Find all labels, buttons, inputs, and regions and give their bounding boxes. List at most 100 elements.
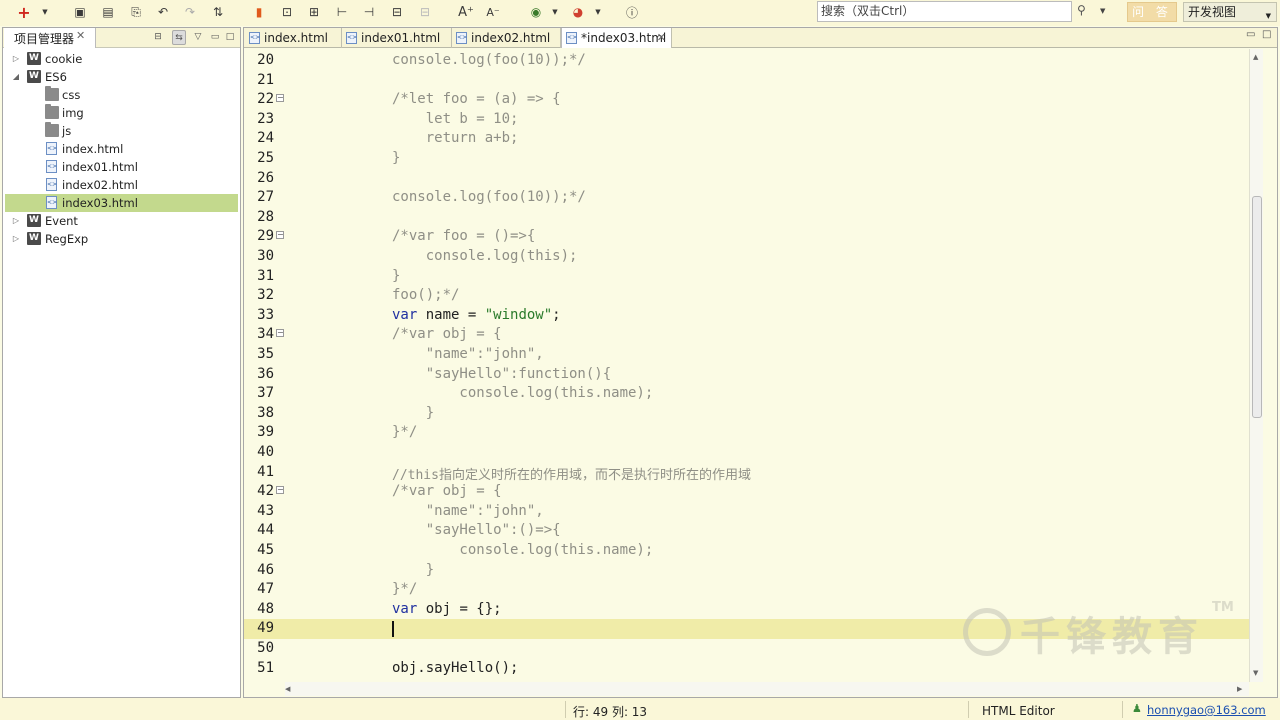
tree-item-index02[interactable]: <> index02.html (5, 176, 238, 194)
code-text: } (392, 404, 435, 421)
user-account-link[interactable]: honnygao@163.com (1147, 703, 1266, 717)
expand-icon[interactable]: ▷ (11, 212, 21, 230)
fold-icon[interactable]: − (276, 329, 284, 338)
scroll-down-icon[interactable]: ▼ (1253, 669, 1258, 677)
close-icon[interactable]: ✕ (657, 28, 666, 48)
code-line: 41 //this指向定义时所在的作用域，而不是执行时所在的作用域 (244, 463, 1249, 483)
browser-dropdown-icon[interactable]: ▼ (593, 3, 603, 21)
tab-index02[interactable]: <> index02.html (452, 28, 561, 48)
project-icon: W (27, 52, 41, 65)
ask-button[interactable]: 问 答 (1127, 2, 1177, 22)
code-line: 28 (244, 208, 1249, 228)
revert-icon[interactable]: ⎘ (126, 3, 146, 21)
scroll-up-icon[interactable]: ▲ (1253, 53, 1258, 61)
scrollbar-thumb[interactable] (1252, 196, 1262, 418)
line-number: 34 (257, 326, 274, 343)
scroll-left-icon[interactable]: ◀ (285, 685, 290, 693)
line-number: 49 (257, 620, 274, 637)
tree-item-index03[interactable]: <> index03.html (5, 194, 238, 212)
expand-icon[interactable]: ▷ (11, 230, 21, 248)
new-file-icon[interactable]: ⊡ (277, 3, 297, 21)
font-increase-icon[interactable]: A⁺ (456, 3, 476, 21)
project-icon: W (27, 70, 41, 83)
font-decrease-icon[interactable]: A⁻ (483, 3, 503, 21)
new-icon[interactable]: + (14, 3, 34, 22)
indent-icon[interactable]: ⊢ (332, 3, 352, 21)
save-all-icon[interactable]: ▤ (98, 3, 118, 21)
tree-item-index[interactable]: <> index.html (5, 140, 238, 158)
expand-icon[interactable]: ▷ (11, 50, 21, 68)
code-area[interactable]: 20 console.log(foo(10));*/ 21 22−/*let fo… (244, 49, 1249, 682)
tree-label: cookie (45, 52, 83, 66)
project-icon: W (27, 232, 41, 245)
tree-item-css[interactable]: css (5, 86, 238, 104)
scroll-right-icon[interactable]: ▶ (1237, 685, 1242, 693)
tab-index01[interactable]: <> index01.html (342, 28, 452, 48)
search-dropdown-icon[interactable]: ▼ (1100, 3, 1110, 19)
code-text: console.log(foo(10));*/ (392, 189, 586, 206)
code-text: }*/ (392, 424, 418, 441)
watermark-tm: TM (1212, 600, 1234, 615)
help-icon[interactable]: ⓘ (622, 3, 642, 21)
code-line: 32 foo();*/ (244, 286, 1249, 306)
line-number: 33 (257, 306, 274, 323)
import-icon[interactable]: ⊞ (304, 3, 324, 21)
line-number: 27 (257, 189, 274, 206)
run-dropdown-icon[interactable]: ▼ (550, 3, 560, 21)
project-explorer: 项目管理器 ✕ ⊟ ⇆ ▽ ▭ □ ▷ W cookie ◢ W ES6 css… (2, 27, 241, 698)
new-dropdown-icon[interactable]: ▼ (40, 3, 50, 21)
keyword-token: var (392, 306, 418, 323)
tab-index[interactable]: <> index.html (245, 28, 342, 48)
outdent-icon[interactable]: ⊣ (359, 3, 379, 21)
tree-item-event[interactable]: ▷ W Event (5, 212, 238, 230)
minimize-icon[interactable]: ▭ (1246, 29, 1255, 40)
watermark-logo-icon (963, 608, 1011, 656)
tree-item-js[interactable]: js (5, 122, 238, 140)
tab-project-explorer[interactable]: 项目管理器 ✕ (4, 28, 96, 48)
format-icon[interactable]: ⇅ (208, 3, 228, 21)
bookmark-icon[interactable]: ▮ (249, 3, 269, 21)
view-menu-icon[interactable]: ▽ (191, 30, 205, 45)
browser-icon[interactable]: ◕ (568, 3, 588, 21)
collapse-icon[interactable]: ◢ (11, 68, 21, 86)
redo-icon[interactable]: ↷ (180, 3, 200, 21)
code-text: } (392, 267, 401, 284)
run-icon[interactable]: ◉ (526, 3, 546, 21)
close-icon[interactable]: ✕ (76, 29, 85, 42)
fold-icon[interactable]: − (276, 231, 284, 240)
code-text: var name = "window"; (392, 307, 561, 323)
line-number: 40 (257, 444, 274, 460)
minimize-icon[interactable]: ▭ (208, 30, 222, 45)
perspective-select[interactable]: 开发视图 ▼ (1183, 2, 1277, 22)
line-number: 48 (257, 600, 274, 617)
tree-label: index.html (62, 142, 124, 156)
comment-icon[interactable]: ⊟ (387, 3, 407, 21)
line-number: 38 (257, 404, 274, 421)
code-text: //this指向定义时所在的作用域，而不是执行时所在的作用域 (392, 467, 751, 483)
horizontal-scrollbar[interactable]: ◀ ▶ (285, 682, 1249, 696)
uncomment-icon[interactable]: ⊟ (415, 3, 435, 21)
tab-index03[interactable]: <> *index03.html ✕ (561, 28, 672, 48)
fold-icon[interactable]: − (276, 486, 284, 495)
vertical-scrollbar[interactable]: ▲ ▼ (1249, 49, 1263, 682)
collapse-all-icon[interactable]: ⊟ (151, 30, 165, 45)
maximize-icon[interactable]: □ (1262, 29, 1271, 40)
html-file-icon: <> (566, 32, 577, 44)
chevron-down-icon: ▼ (1265, 12, 1271, 20)
tree-item-index01[interactable]: <> index01.html (5, 158, 238, 176)
tree-item-cookie[interactable]: ▷ W cookie (5, 50, 238, 68)
maximize-icon[interactable]: □ (223, 30, 237, 45)
undo-icon[interactable]: ↶ (153, 3, 173, 21)
html-file-icon: <> (456, 32, 467, 44)
search-input[interactable]: 搜索（双击Ctrl） (817, 1, 1072, 22)
search-icon[interactable]: ⚲ (1077, 3, 1091, 19)
save-icon[interactable]: ▣ (70, 3, 90, 21)
tree-item-img[interactable]: img (5, 104, 238, 122)
divider (1122, 701, 1123, 718)
fold-icon[interactable]: − (276, 94, 284, 103)
link-editor-icon[interactable]: ⇆ (172, 30, 186, 45)
tree-item-es6[interactable]: ◢ W ES6 (5, 68, 238, 86)
tree-item-regexp[interactable]: ▷ W RegExp (5, 230, 238, 248)
line-number: 47 (257, 581, 274, 598)
code-text: "name":"john", (392, 346, 544, 362)
